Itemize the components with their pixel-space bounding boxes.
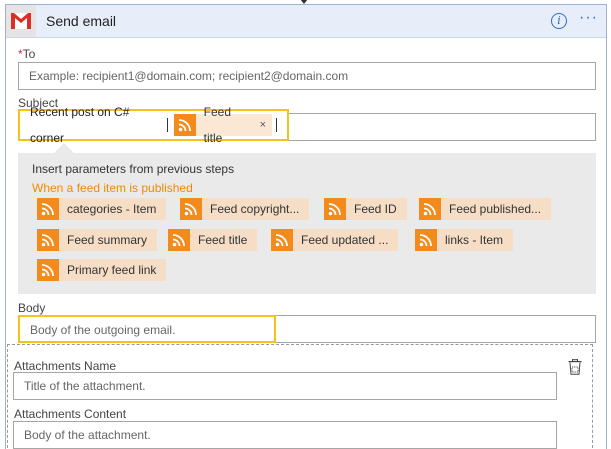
text-caret	[166, 118, 168, 132]
rss-icon	[168, 229, 190, 251]
rss-icon	[173, 114, 196, 136]
attachments-content-input[interactable]: Body of the attachment.	[13, 421, 557, 449]
to-label: *To	[18, 47, 35, 61]
params-notch	[54, 143, 74, 153]
param-chip[interactable]: Feed title	[168, 229, 258, 251]
subject-text: Recent post on C# corner	[30, 105, 130, 145]
subject-input-rest[interactable]	[289, 113, 596, 141]
body-placeholder: Body of the outgoing email.	[30, 323, 176, 337]
to-placeholder: Example: recipient1@domain.com; recipien…	[29, 69, 349, 83]
to-input[interactable]: Example: recipient1@domain.com; recipien…	[18, 62, 596, 90]
rss-icon	[180, 198, 202, 220]
gmail-icon	[6, 5, 36, 37]
rss-icon	[37, 198, 59, 220]
attachments-group: Attachments Name Title of the attachment…	[7, 344, 593, 449]
subject-input[interactable]: Recent post on C# corner Feed title ×	[18, 105, 289, 145]
token-close-icon[interactable]: ×	[260, 112, 266, 138]
param-label: links - Item	[445, 233, 504, 247]
param-label: Feed ID	[354, 202, 397, 216]
param-chip[interactable]: categories - Item	[37, 198, 167, 220]
param-chip[interactable]: Primary feed link	[37, 259, 167, 281]
params-source: When a feed item is published	[32, 181, 193, 195]
rss-icon	[37, 229, 59, 251]
params-panel: Insert parameters from previous steps Wh…	[18, 153, 596, 294]
rss-icon	[415, 229, 437, 251]
feed-title-token[interactable]: Feed title ×	[173, 105, 273, 145]
token-label: Feed title	[203, 105, 232, 145]
param-label: Feed summary	[67, 233, 148, 247]
body-input[interactable]: Body of the outgoing email.	[18, 315, 276, 343]
param-chip[interactable]: Feed published...	[419, 198, 552, 220]
attachments-name-label: Attachments Name	[14, 359, 117, 373]
rss-icon	[37, 259, 59, 281]
connector-arrow-icon	[300, 0, 308, 4]
body-label: Body	[18, 301, 46, 315]
param-label: Primary feed link	[67, 263, 157, 277]
rss-icon	[419, 198, 441, 220]
info-icon[interactable]: i	[551, 13, 568, 29]
attachments-content-label: Attachments Content	[14, 407, 127, 421]
delete-icon[interactable]	[568, 358, 582, 375]
attachments-name-placeholder: Title of the attachment.	[24, 379, 146, 393]
params-title: Insert parameters from previous steps	[32, 162, 235, 176]
to-label-text: To	[22, 47, 36, 61]
param-label: Feed published...	[449, 202, 542, 216]
param-chip[interactable]: Feed copyright...	[180, 198, 310, 220]
param-label: Feed copyright...	[210, 202, 300, 216]
rss-icon	[271, 229, 293, 251]
param-label: categories - Item	[67, 202, 157, 216]
param-chip[interactable]: Feed updated ...	[271, 229, 399, 251]
param-chip[interactable]: Feed ID	[324, 198, 407, 220]
param-label: Feed title	[198, 233, 248, 247]
more-icon[interactable]: ···	[579, 10, 598, 29]
text-caret	[276, 118, 277, 132]
param-label: Feed updated ...	[301, 233, 389, 247]
param-chip[interactable]: links - Item	[415, 229, 514, 251]
attachments-name-input[interactable]: Title of the attachment.	[13, 372, 557, 400]
attachments-content-placeholder: Body of the attachment.	[24, 428, 151, 442]
param-chip[interactable]: Feed summary	[37, 229, 158, 251]
card-title: Send email	[46, 13, 117, 29]
card-header[interactable]: Send email i ···	[6, 5, 606, 38]
rss-icon	[324, 198, 346, 220]
